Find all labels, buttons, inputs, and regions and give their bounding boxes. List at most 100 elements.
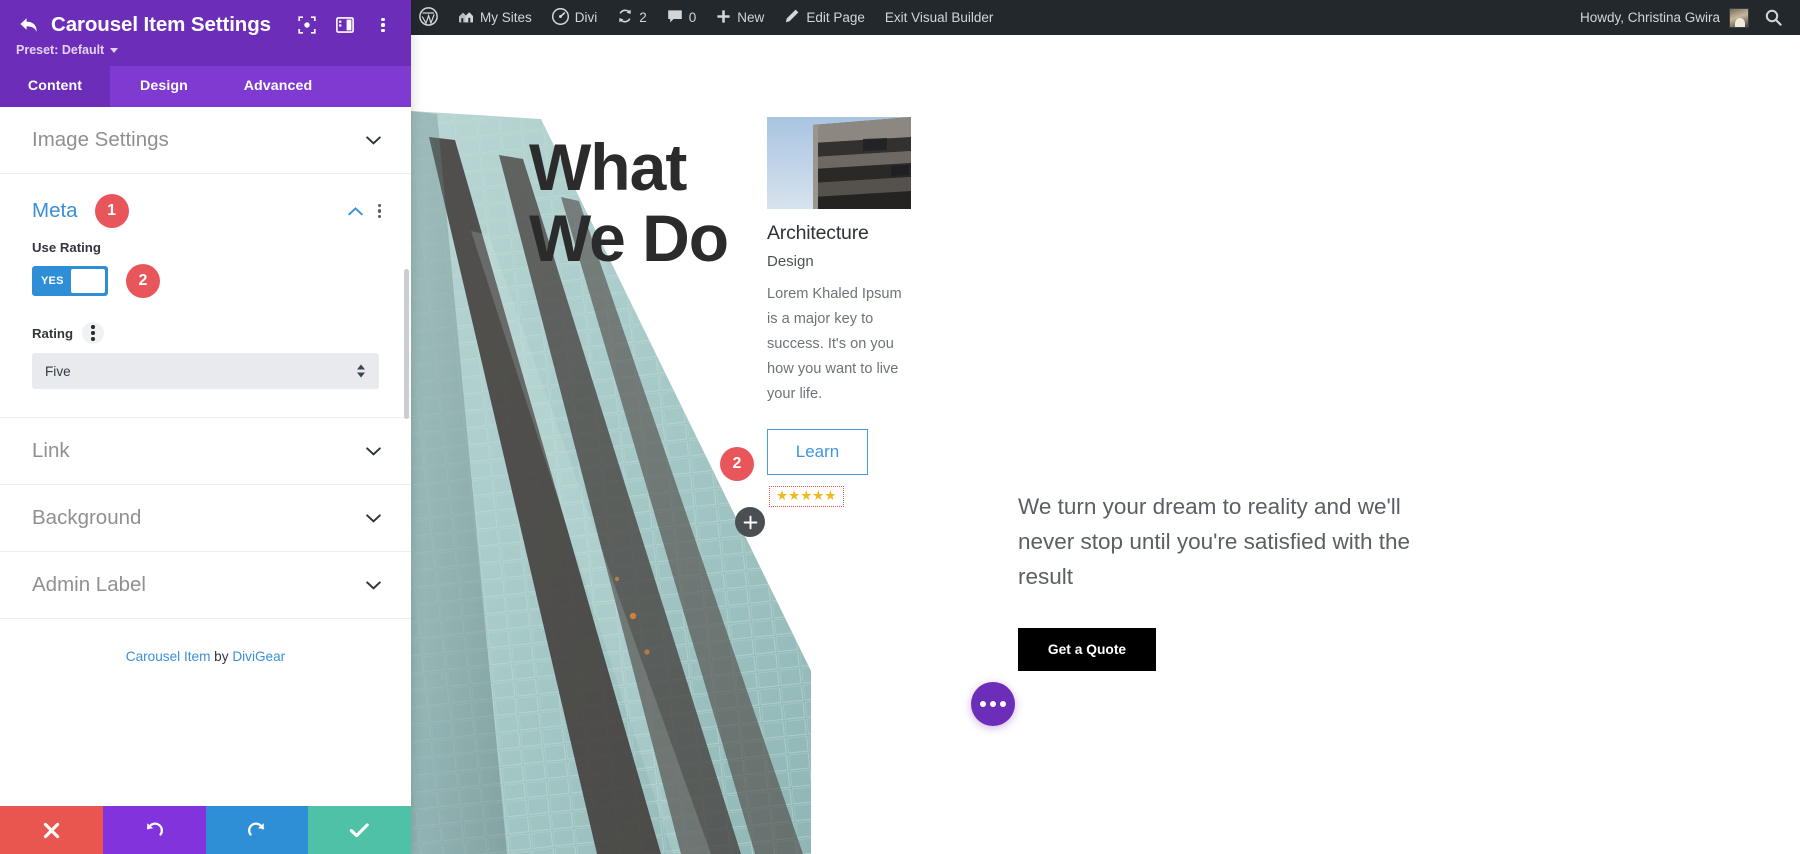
pencil-icon bbox=[784, 8, 800, 27]
preset-selector[interactable]: Preset: Default bbox=[16, 43, 395, 57]
chevron-down-icon bbox=[365, 510, 381, 526]
wp-logo-item[interactable] bbox=[411, 0, 448, 35]
learn-button[interactable]: Learn bbox=[767, 429, 868, 476]
section-admin-label[interactable]: Admin Label bbox=[0, 552, 411, 619]
panel-layout-icon[interactable] bbox=[335, 15, 355, 35]
page-title: Carousel Item Settings bbox=[51, 13, 271, 36]
section-label: Meta bbox=[32, 199, 78, 222]
section-meta-header[interactable]: Meta 1 bbox=[0, 174, 411, 228]
panel-footer bbox=[0, 806, 411, 854]
chevron-down-icon bbox=[110, 47, 119, 53]
get-a-quote-button[interactable]: Get a Quote bbox=[1018, 627, 1156, 671]
rating-stars[interactable]: ★★★★★ bbox=[769, 486, 844, 507]
section-background[interactable]: Background bbox=[0, 485, 411, 552]
wp-item-label: 0 bbox=[688, 10, 697, 25]
panel-header: Carousel Item Settings Preset: Default bbox=[0, 0, 411, 66]
wp-comments[interactable]: 0 bbox=[657, 0, 707, 35]
panel-scrollbar[interactable] bbox=[404, 269, 409, 419]
toggle-knob bbox=[70, 269, 105, 293]
cancel-button[interactable] bbox=[0, 806, 103, 854]
field-label: Rating bbox=[32, 322, 379, 344]
avatar bbox=[1729, 7, 1749, 28]
star-icons: ★★★★★ bbox=[776, 488, 837, 504]
search-icon[interactable] bbox=[1757, 9, 1800, 26]
rating-label: Rating bbox=[32, 325, 74, 341]
section-label: Link bbox=[32, 439, 70, 462]
field-label: Use Rating bbox=[32, 240, 379, 255]
wp-my-sites[interactable]: My Sites bbox=[448, 0, 542, 35]
card-title: Architecture bbox=[767, 222, 869, 244]
section-label: Admin Label bbox=[32, 573, 146, 596]
tab-advanced[interactable]: Advanced bbox=[218, 66, 338, 107]
section-label: Background bbox=[32, 506, 142, 529]
add-module-button[interactable] bbox=[735, 507, 765, 537]
page-headline: What We Do bbox=[529, 130, 729, 276]
focus-target-icon[interactable] bbox=[297, 15, 317, 35]
headline-line-2: We Do bbox=[529, 201, 729, 276]
chevron-down-icon bbox=[365, 132, 381, 148]
chevron-up-icon[interactable] bbox=[348, 203, 364, 219]
section-label: Image Settings bbox=[32, 128, 169, 151]
kebab-menu-icon[interactable] bbox=[373, 15, 393, 35]
wp-updates[interactable]: 2 bbox=[607, 0, 657, 35]
step-badge-1: 1 bbox=[94, 194, 129, 228]
comment-bubble-icon bbox=[667, 9, 683, 27]
step-badge-2: 2 bbox=[126, 264, 160, 298]
plus-icon bbox=[716, 9, 731, 27]
save-button[interactable] bbox=[308, 806, 411, 854]
wp-item-label: Divi bbox=[574, 10, 598, 25]
headline-line-1: What bbox=[529, 130, 687, 204]
card-body-text: Lorem Khaled Ipsum is a major key to suc… bbox=[767, 286, 902, 403]
rating-options-kebab-icon[interactable] bbox=[82, 322, 105, 344]
ellipsis-icon bbox=[1000, 701, 1006, 707]
wp-item-label: 2 bbox=[639, 10, 647, 25]
module-credit: Carousel Item by DiviGear bbox=[0, 619, 411, 664]
sites-house-icon bbox=[458, 9, 474, 27]
use-rating-toggle[interactable]: YES bbox=[32, 266, 108, 296]
redo-button[interactable] bbox=[205, 806, 309, 854]
wp-exit-visual-builder[interactable]: Exit Visual Builder bbox=[875, 0, 1004, 35]
chevron-down-icon bbox=[365, 577, 381, 593]
wp-item-label: Exit Visual Builder bbox=[884, 10, 994, 25]
right-content-block: We turn your dream to reality and we'll … bbox=[1018, 490, 1448, 671]
panel-body: Image Settings Meta 1 Use Rating YES 2 R… bbox=[0, 107, 411, 806]
card-subtitle: Design bbox=[767, 253, 814, 270]
architecture-building-photo bbox=[767, 117, 911, 209]
tab-content[interactable]: Content bbox=[0, 66, 110, 107]
preset-label: Preset: Default bbox=[16, 43, 105, 57]
module-name-link[interactable]: Carousel Item bbox=[126, 649, 211, 664]
tab-design[interactable]: Design bbox=[110, 66, 218, 107]
chevron-down-icon bbox=[365, 443, 381, 459]
field-rating: Rating Five bbox=[0, 322, 411, 389]
wp-item-label: My Sites bbox=[480, 10, 532, 25]
vendor-link[interactable]: DiviGear bbox=[232, 649, 285, 664]
wp-divi[interactable]: Divi bbox=[542, 0, 608, 35]
visual-builder-canvas: What We Do Architecture Design Lorem Kha… bbox=[411, 35, 1800, 854]
panel-header-icons bbox=[297, 15, 395, 35]
wp-new[interactable]: New bbox=[706, 0, 774, 35]
section-meta: Meta 1 Use Rating YES 2 Rating Five bbox=[0, 174, 411, 418]
wp-item-label: New bbox=[737, 10, 765, 25]
account-menu[interactable]: Howdy, Christina Gwira bbox=[1570, 7, 1757, 28]
back-arrow-icon[interactable] bbox=[16, 14, 42, 36]
undo-button[interactable] bbox=[102, 806, 206, 854]
use-rating-label: Use Rating bbox=[32, 240, 101, 255]
section-meta-kebab-icon[interactable] bbox=[377, 203, 381, 219]
divi-dashboard-icon bbox=[551, 7, 569, 28]
panel-tabs: Content Design Advanced bbox=[0, 66, 411, 107]
rating-select[interactable]: Five bbox=[32, 353, 379, 389]
wordpress-admin-bar: My Sites Divi 2 0 New Edit Page Exit Vis… bbox=[411, 0, 1800, 35]
carousel-item-card: Architecture Design Lorem Khaled Ipsum i… bbox=[767, 117, 917, 507]
wp-item-label: Edit Page bbox=[806, 10, 865, 25]
step-badge-2-canvas: 2 bbox=[720, 447, 754, 481]
section-image-settings[interactable]: Image Settings bbox=[0, 107, 411, 174]
field-use-rating: Use Rating YES 2 bbox=[0, 240, 411, 298]
screen-root: Carousel Item Settings Preset: Default C… bbox=[0, 0, 1800, 854]
carousel-item-settings-panel: Carousel Item Settings Preset: Default C… bbox=[0, 0, 411, 854]
divi-menu-fab[interactable] bbox=[971, 682, 1015, 726]
ellipsis-icon bbox=[980, 701, 986, 707]
updates-refresh-icon bbox=[617, 8, 633, 27]
wp-edit-page[interactable]: Edit Page bbox=[774, 0, 875, 35]
credit-by: by bbox=[210, 649, 233, 664]
section-link[interactable]: Link bbox=[0, 418, 411, 485]
